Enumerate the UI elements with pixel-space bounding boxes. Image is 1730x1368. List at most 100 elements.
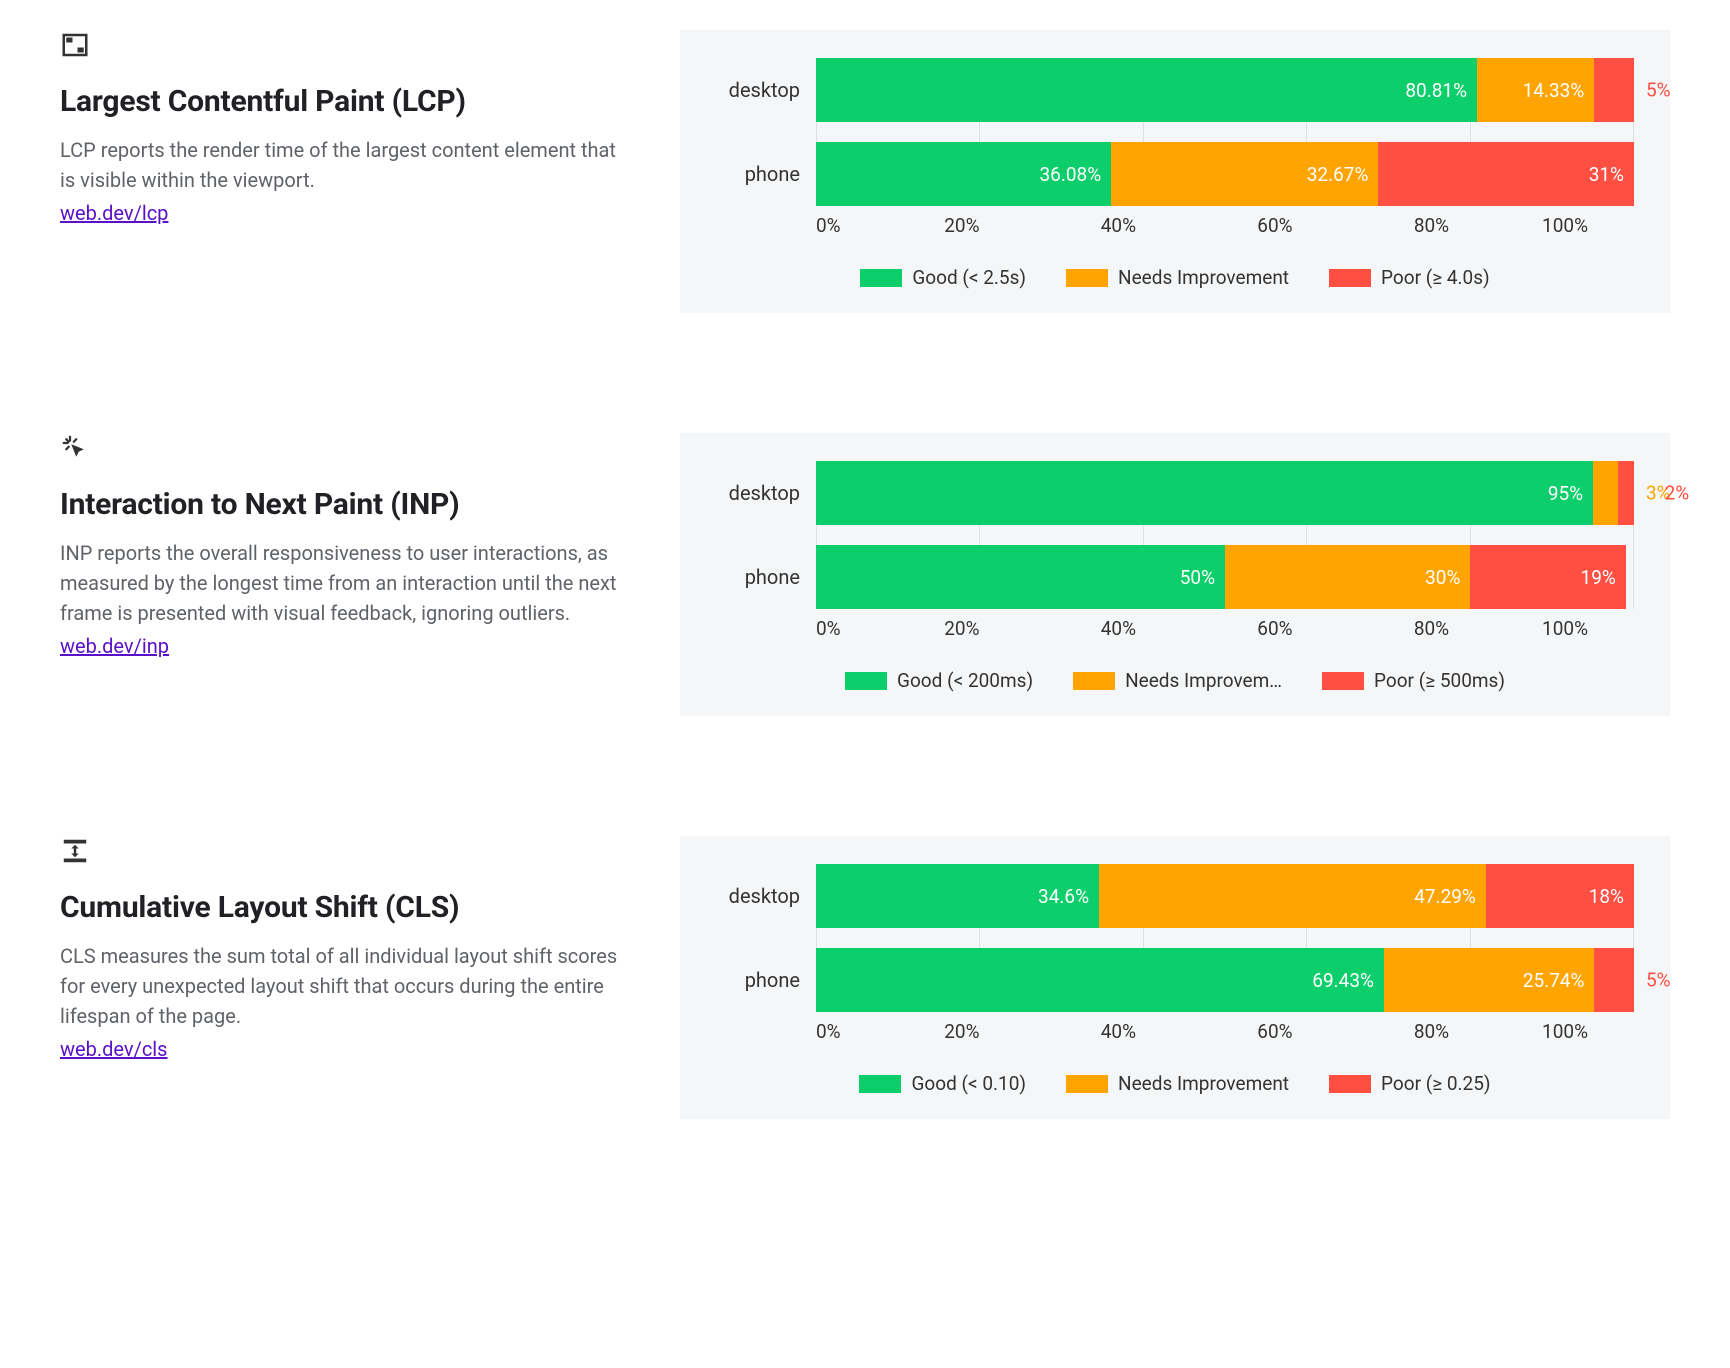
chart-panel-lcp: desktop phone 80.81% 14.33% 5% <box>680 30 1670 313</box>
bar-value-label: 95% <box>1548 482 1583 505</box>
bar-segment-good: 36.08% <box>816 142 1111 206</box>
metric-desc: INP reports the overall responsiveness t… <box>60 538 620 628</box>
legend-swatch-poor <box>1329 1075 1371 1093</box>
bar-segment-need: 47.29% <box>1099 864 1486 928</box>
bar-value-label: 50% <box>1180 566 1215 589</box>
metric-title: Largest Contentful Paint (LCP) <box>60 84 620 119</box>
y-axis-label: desktop <box>716 461 816 525</box>
metric-info: Interaction to Next Paint (INP) INP repo… <box>60 433 620 716</box>
bar-row-phone: 69.43% 25.74% 5% <box>816 948 1634 1012</box>
bar-segment-need: 25.74% <box>1384 948 1595 1012</box>
bar-segment-good: 34.6% <box>816 864 1099 928</box>
plot-area: 95% 3%2% 50% 30% 19% <box>816 461 1634 609</box>
bar-value-labels-outside: 3%2% <box>1646 482 1689 505</box>
legend-label: Needs Improvement <box>1118 1072 1289 1095</box>
legend-swatch-need <box>1066 1075 1108 1093</box>
bar-segment-poor <box>1618 461 1634 525</box>
bar-segment-poor <box>1594 58 1634 122</box>
bar-segment-need: 30% <box>1225 545 1470 609</box>
bar-row-phone: 50% 30% 19% <box>816 545 1634 609</box>
x-tick: 40% <box>1101 1020 1136 1048</box>
x-tick: 60% <box>1257 617 1292 645</box>
metric-link-lcp[interactable]: web.dev/lcp <box>60 201 168 225</box>
legend-label: Needs Improvem… <box>1125 669 1282 692</box>
bar-value-label: 31% <box>1589 163 1624 186</box>
bar-value-label: 47.29% <box>1414 885 1476 908</box>
legend-item-poor: Poor (≥ 500ms) <box>1322 669 1505 692</box>
legend-item-need: Needs Improvem… <box>1073 669 1282 692</box>
bar-value-label: 18% <box>1589 885 1624 908</box>
y-axis-label: phone <box>716 545 816 609</box>
x-tick: 60% <box>1257 1020 1292 1048</box>
x-tick: 0% <box>816 617 841 645</box>
cursor-click-icon <box>60 433 90 463</box>
legend-label: Good (< 2.5s) <box>912 266 1026 289</box>
bar-segment-good: 80.81% <box>816 58 1477 122</box>
bar-segment-need <box>1593 461 1618 525</box>
legend-label: Poor (≥ 4.0s) <box>1381 266 1490 289</box>
bar-value-label: 30% <box>1425 566 1460 589</box>
legend-item-poor: Poor (≥ 0.25) <box>1329 1072 1491 1095</box>
y-axis-label: desktop <box>716 864 816 928</box>
bar-value-label: 34.6% <box>1038 885 1089 908</box>
bar-row-desktop: 80.81% 14.33% 5% <box>816 58 1634 122</box>
bar-value-label: 2% <box>1665 482 1690 505</box>
bar-segment-good: 50% <box>816 545 1225 609</box>
legend-item-good: Good (< 0.10) <box>859 1072 1026 1095</box>
x-tick: 0% <box>816 214 841 242</box>
x-tick: 100% <box>1542 617 1588 645</box>
bar-row-desktop: 34.6% 47.29% 18% <box>816 864 1634 928</box>
x-axis: 0% 20% 40% 60% 80% 100% <box>816 617 1634 645</box>
metric-section-lcp: Largest Contentful Paint (LCP) LCP repor… <box>60 30 1670 313</box>
metric-info: Largest Contentful Paint (LCP) LCP repor… <box>60 30 620 313</box>
aspect-ratio-icon <box>60 30 90 60</box>
legend-swatch-poor <box>1322 672 1364 690</box>
bar-segment-need: 14.33% <box>1477 58 1594 122</box>
metric-desc: LCP reports the render time of the large… <box>60 135 620 195</box>
legend-item-poor: Poor (≥ 4.0s) <box>1329 266 1490 289</box>
legend-label: Poor (≥ 500ms) <box>1374 669 1505 692</box>
metric-link-cls[interactable]: web.dev/cls <box>60 1037 168 1061</box>
legend-item-need: Needs Improvement <box>1066 1072 1289 1095</box>
bar-row-desktop: 95% 3%2% <box>816 461 1634 525</box>
legend-item-good: Good (< 2.5s) <box>860 266 1026 289</box>
bar-segment-poor <box>1594 948 1634 1012</box>
chart-panel-cls: desktop phone 34.6% 47.29% 18% 69.43% <box>680 836 1670 1119</box>
bar-value-label: 32.67% <box>1307 163 1369 186</box>
metric-section-cls: Cumulative Layout Shift (CLS) CLS measur… <box>60 836 1670 1119</box>
y-axis-label: phone <box>716 948 816 1012</box>
x-tick: 80% <box>1414 617 1449 645</box>
x-tick: 100% <box>1542 214 1588 242</box>
y-axis-label: desktop <box>716 58 816 122</box>
legend-swatch-poor <box>1329 269 1371 287</box>
plot-area: 80.81% 14.33% 5% 36.08% 32.67% 31% <box>816 58 1634 206</box>
legend-label: Good (< 200ms) <box>897 669 1033 692</box>
legend: Good (< 2.5s) Needs Improvement Poor (≥ … <box>716 266 1634 289</box>
legend-label: Poor (≥ 0.25) <box>1381 1072 1491 1095</box>
x-axis: 0% 20% 40% 60% 80% 100% <box>816 1020 1634 1048</box>
x-tick: 20% <box>944 214 979 242</box>
legend: Good (< 0.10) Needs Improvement Poor (≥ … <box>716 1072 1634 1095</box>
bar-value-label: 14.33% <box>1523 79 1585 102</box>
bar-value-label: 80.81% <box>1405 79 1467 102</box>
x-tick: 40% <box>1101 617 1136 645</box>
legend-item-good: Good (< 200ms) <box>845 669 1033 692</box>
legend-swatch-good <box>859 1075 901 1093</box>
x-tick: 80% <box>1414 1020 1449 1048</box>
chart-panel-inp: desktop phone 95% 3%2% <box>680 433 1670 716</box>
legend-swatch-good <box>860 269 902 287</box>
bar-row-phone: 36.08% 32.67% 31% <box>816 142 1634 206</box>
bar-segment-poor: 18% <box>1486 864 1634 928</box>
metric-info: Cumulative Layout Shift (CLS) CLS measur… <box>60 836 620 1119</box>
bar-segment-poor: 19% <box>1470 545 1625 609</box>
layout-shift-icon <box>60 836 90 866</box>
y-axis-label: phone <box>716 142 816 206</box>
bar-segment-need: 32.67% <box>1111 142 1378 206</box>
bar-value-label-outside: 5% <box>1646 969 1671 992</box>
legend-swatch-good <box>845 672 887 690</box>
bar-value-label: 19% <box>1581 566 1616 589</box>
bar-value-label-outside: 5% <box>1646 79 1671 102</box>
metric-link-inp[interactable]: web.dev/inp <box>60 634 169 658</box>
x-tick: 20% <box>944 617 979 645</box>
x-tick: 100% <box>1542 1020 1588 1048</box>
